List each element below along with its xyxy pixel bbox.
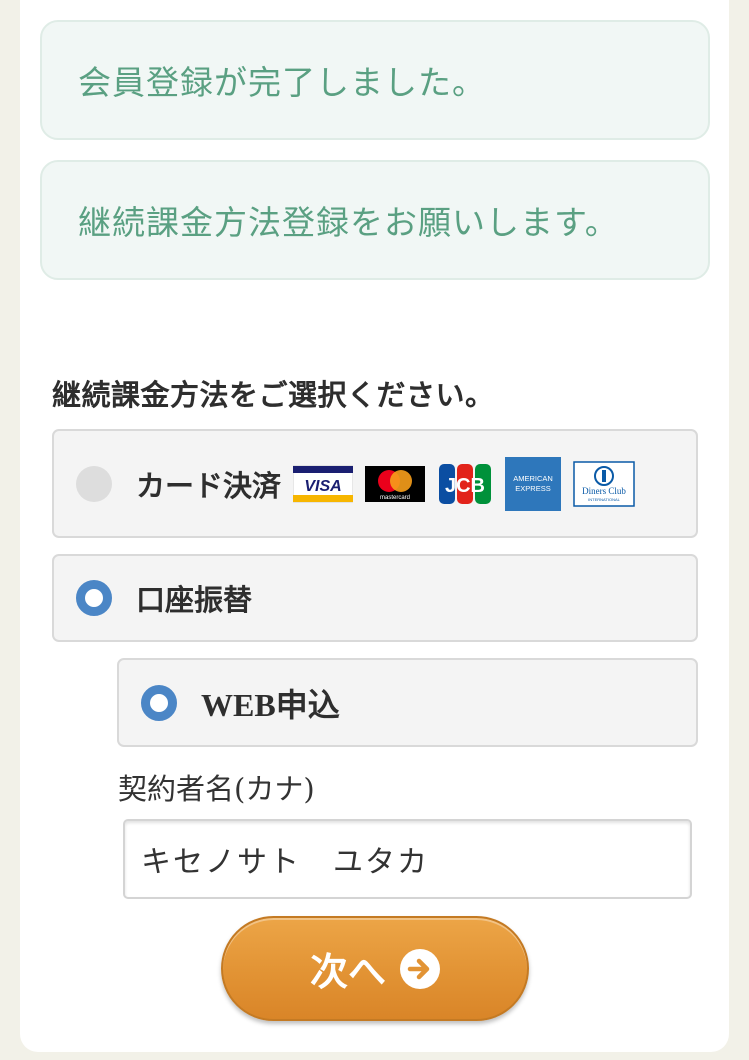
- option-bank-transfer[interactable]: 口座振替: [52, 554, 698, 642]
- contractor-name-label: 契約者名(カナ): [118, 772, 315, 806]
- registration-complete-text: 会員登録が完了しました。: [78, 63, 486, 102]
- bank-transfer-label: 口座振替: [136, 583, 253, 617]
- visa-logo: VISA: [293, 465, 354, 502]
- mastercard-logo-text: mastercard: [380, 495, 410, 501]
- mastercard-logo: mastercard: [365, 465, 426, 502]
- next-button-label: 次へ: [309, 950, 386, 994]
- diners-club-logo: Diners Club INTERNATIONAL: [573, 460, 635, 507]
- card-payment-label: カード決済: [136, 468, 282, 503]
- visa-logo-text: VISA: [304, 478, 341, 495]
- svg-text:INTERNATIONAL: INTERNATIONAL: [588, 497, 620, 502]
- billing-request-notice: 継続課金方法登録をお願いします。: [40, 160, 710, 280]
- web-application-label: WEB申込: [201, 686, 340, 723]
- billing-method-title: 継続課金方法をご選択ください。: [52, 378, 495, 412]
- web-application-radio[interactable]: [141, 684, 177, 721]
- card-brand-logos: VISA mastercard JCB AMERICAN EXPRESS Din…: [293, 456, 635, 511]
- contractor-name-input[interactable]: キセノサト ユタカ: [123, 819, 692, 899]
- card-payment-radio[interactable]: [76, 465, 112, 502]
- billing-request-text: 継続課金方法登録をお願いします。: [78, 203, 619, 242]
- jcb-logo-text: JCB: [445, 475, 485, 497]
- option-web-application[interactable]: WEB申込: [117, 658, 698, 747]
- svg-text:EXPRESS: EXPRESS: [515, 484, 550, 493]
- arrow-right-icon: [400, 948, 440, 989]
- bank-transfer-radio[interactable]: [76, 580, 112, 616]
- next-button[interactable]: 次へ: [221, 916, 529, 1021]
- svg-text:Diners Club: Diners Club: [582, 486, 626, 496]
- amex-logo: AMERICAN EXPRESS: [505, 456, 562, 511]
- svg-text:AMERICAN: AMERICAN: [513, 474, 553, 483]
- registration-complete-notice: 会員登録が完了しました。: [40, 20, 710, 140]
- jcb-logo: JCB: [439, 463, 492, 504]
- option-card-payment[interactable]: カード決済 VISA mastercard JCB AMERICAN EXPRE…: [52, 429, 698, 538]
